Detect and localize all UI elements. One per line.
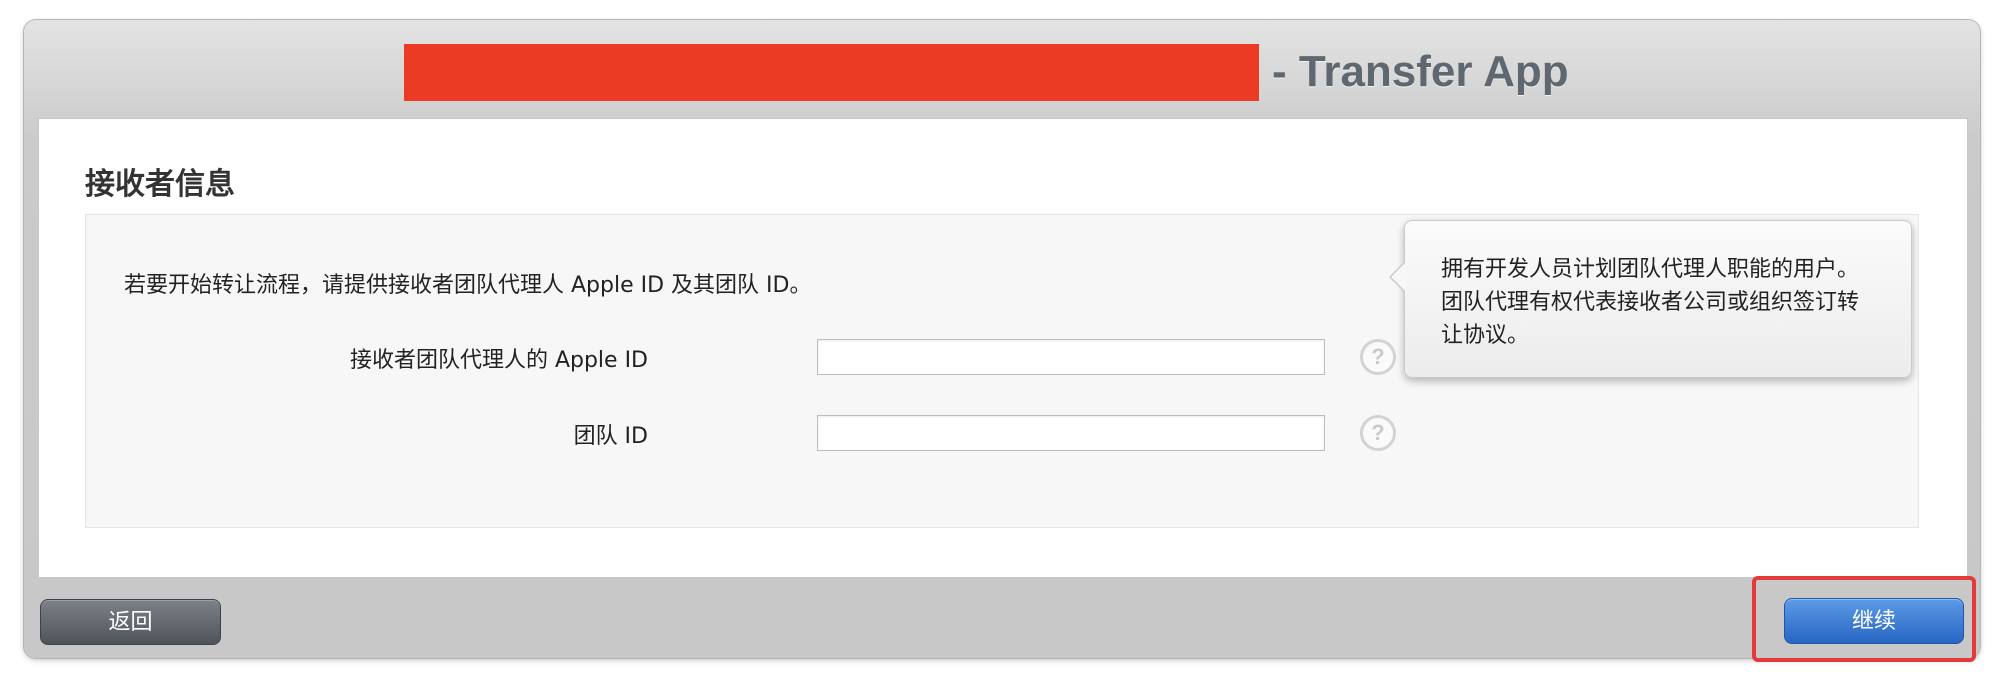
title-bar: - Transfer App — [24, 20, 1980, 118]
window-title-suffix: - Transfer App — [1272, 47, 1569, 96]
team-id-label: 团队 ID — [573, 424, 648, 449]
team-id-help-icon[interactable]: ? — [1360, 415, 1396, 451]
team-id-input[interactable] — [817, 415, 1325, 451]
transfer-app-window: - Transfer App 接收者信息 若要开始转让流程，请提供接收者团队代理… — [24, 20, 1980, 662]
apple-id-label: 接收者团队代理人的 Apple ID — [349, 348, 648, 373]
continue-button[interactable]: 继续 — [1784, 598, 1964, 644]
form-intro-text: 若要开始转让流程，请提供接收者团队代理人 Apple ID 及其团队 ID。 — [124, 273, 812, 298]
redacted-app-name — [404, 44, 1259, 101]
back-button[interactable]: 返回 — [40, 599, 221, 645]
apple-id-input[interactable] — [817, 339, 1325, 375]
apple-id-help-tooltip: 拥有开发人员计划团队代理人职能的用户。团队代理有权代表接收者公司或组织签订转让协… — [1389, 220, 1912, 378]
tooltip-arrow — [1389, 261, 1406, 293]
section-title: 接收者信息 — [85, 167, 235, 202]
tooltip-text: 拥有开发人员计划团队代理人职能的用户。团队代理有权代表接收者公司或组织签订转让协… — [1441, 257, 1860, 348]
apple-id-help-icon[interactable]: ? — [1360, 339, 1396, 375]
